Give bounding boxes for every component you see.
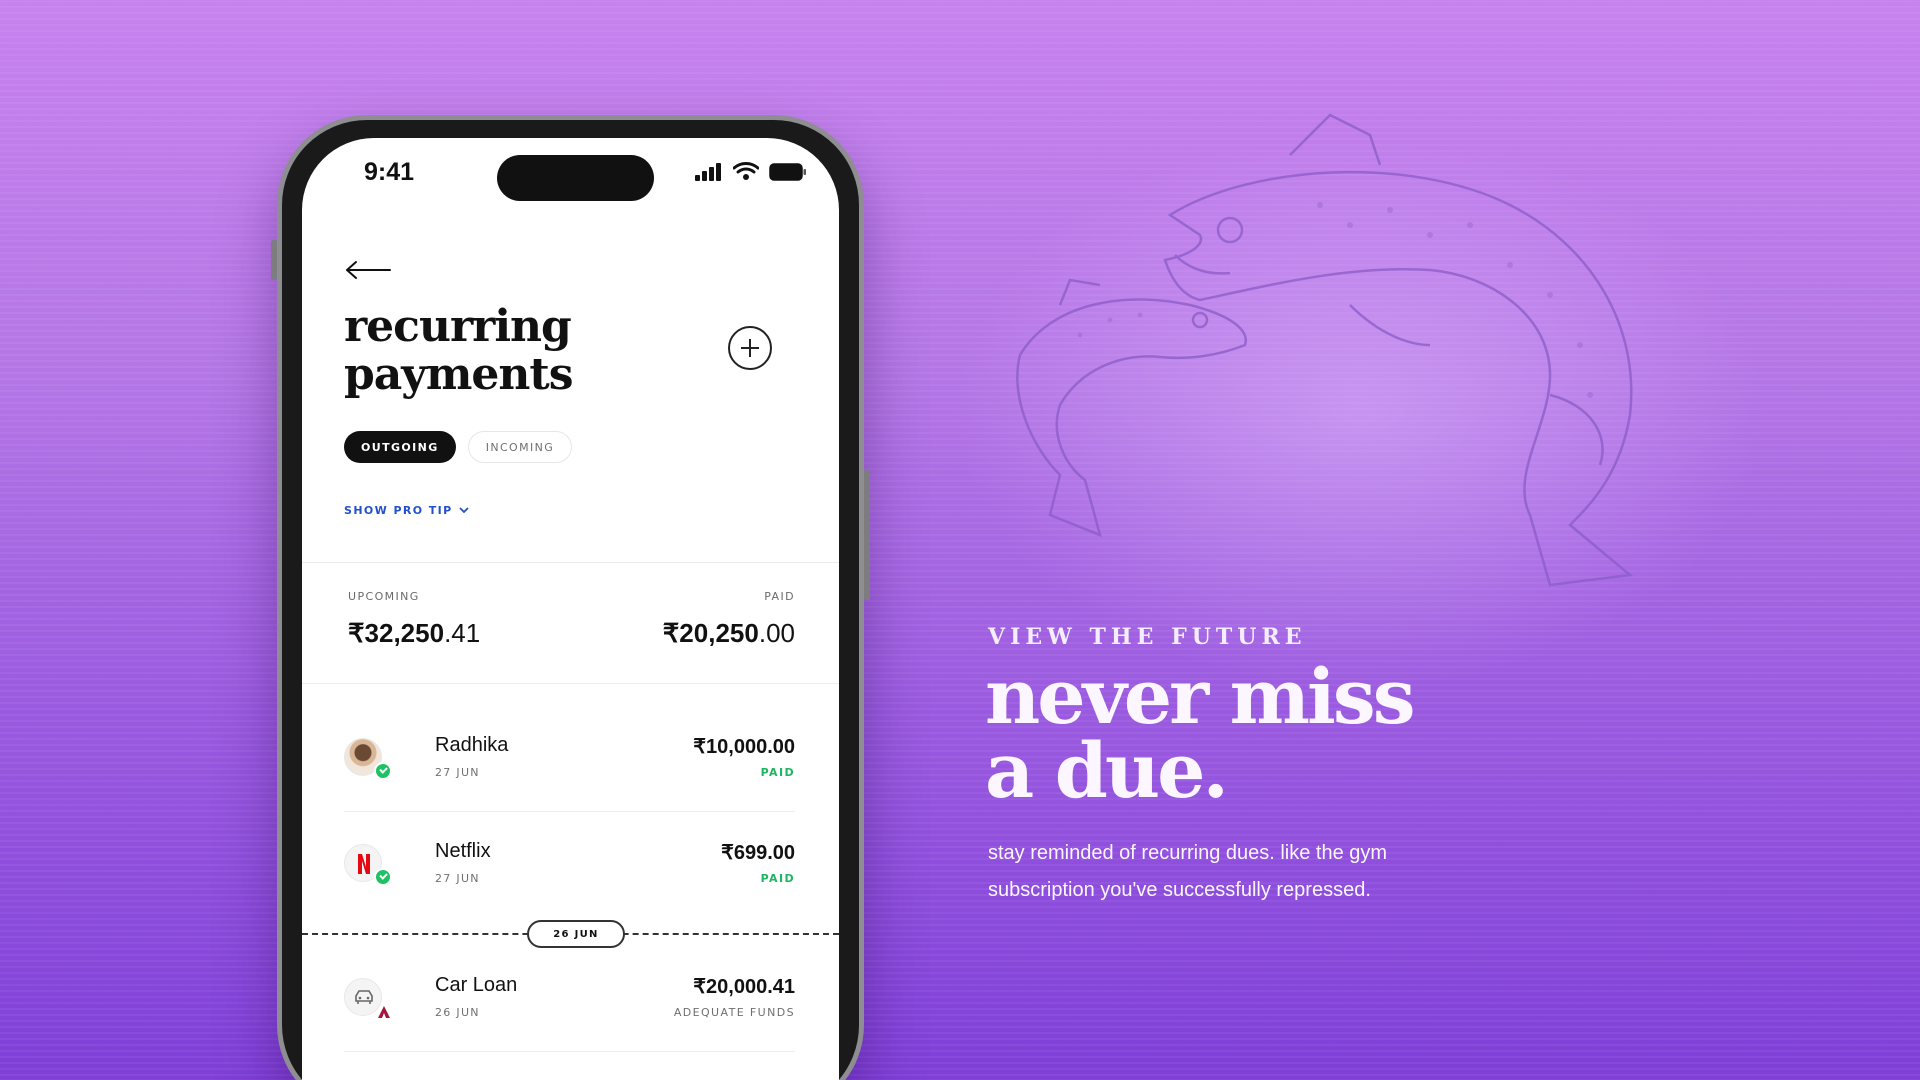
paid-check-icon (374, 868, 392, 886)
promo-body: stay reminded of recurring dues. like th… (988, 842, 1388, 901)
paid-label: PAID (764, 590, 795, 603)
pro-tip-label: SHOW PRO TIP (344, 504, 453, 517)
payment-row-radhika[interactable]: Radhika 27 JUN ₹10,000.00 PAID (302, 706, 839, 812)
upcoming-label: UPCOMING (348, 590, 420, 603)
battery-icon (769, 162, 806, 181)
chevron-down-icon (458, 507, 469, 514)
payment-name: Netflix (435, 840, 491, 862)
phone-action-button (271, 240, 277, 280)
payment-date: 27 JUN (435, 766, 480, 779)
divider (302, 683, 839, 684)
status-time: 9:41 (364, 158, 415, 186)
back-arrow-icon[interactable] (344, 258, 392, 282)
status-bar: 9:41 (302, 138, 839, 208)
row-divider (344, 1051, 795, 1052)
page-title-line1: recurring (344, 301, 572, 352)
phone-mockup: 9:41 recurring payments OUTGOING INCOMIN… (271, 115, 870, 1080)
tab-incoming[interactable]: INCOMING (467, 431, 573, 463)
payment-status: PAID (760, 766, 795, 779)
payment-amount: ₹10,000.00 (693, 736, 795, 758)
paid-amount-decimal: .00 (758, 618, 795, 648)
page-title-line2: payments (344, 349, 573, 400)
payment-name: Radhika (435, 734, 509, 756)
payment-status: PAID (760, 872, 795, 885)
add-payment-button[interactable] (728, 326, 772, 370)
wifi-icon (733, 162, 759, 180)
promo-headline: never miss a due. (985, 659, 1585, 809)
signal-icon (695, 162, 721, 181)
payment-status: ADEQUATE FUNDS (673, 1006, 795, 1019)
phone-side-button (864, 470, 870, 600)
date-marker: 26 JUN (527, 920, 625, 948)
payment-date: 27 JUN (435, 872, 480, 885)
payment-amount: ₹699.00 (721, 842, 795, 864)
app-screen: 9:41 recurring payments OUTGOING INCOMIN… (302, 138, 839, 1080)
tab-outgoing[interactable]: OUTGOING (344, 431, 456, 463)
status-icons (695, 162, 807, 181)
paid-amount-whole: ₹20,250 (662, 618, 759, 648)
divider (302, 562, 839, 563)
payment-date: 26 JUN (435, 1006, 480, 1019)
upcoming-amount-decimal: .41 (444, 618, 481, 648)
upcoming-amount-whole: ₹32,250 (348, 618, 445, 648)
salmon-illustration (1016, 113, 1634, 587)
bank-logo-icon (378, 1006, 390, 1018)
paid-amount: ₹20,250.00 (663, 618, 795, 649)
payment-row-car-loan[interactable]: Car Loan 26 JUN ₹20,000.41 ADEQUATE FUND… (302, 946, 839, 1052)
payment-row-netflix[interactable]: Netflix 27 JUN ₹699.00 PAID (302, 812, 839, 918)
payment-amount: ₹20,000.41 (693, 976, 795, 998)
show-pro-tip-link[interactable]: SHOW PRO TIP (344, 504, 469, 517)
tab-bar: OUTGOING INCOMING (344, 431, 573, 463)
promo-eyebrow: VIEW THE FUTURE (988, 624, 1307, 650)
paid-check-icon (374, 762, 392, 780)
dynamic-island (497, 155, 654, 201)
page-title: recurring payments (344, 303, 704, 399)
upcoming-amount: ₹32,250.41 (348, 618, 480, 649)
payment-name: Car Loan (435, 974, 518, 996)
promo-headline-line2: a due. (985, 726, 1229, 815)
